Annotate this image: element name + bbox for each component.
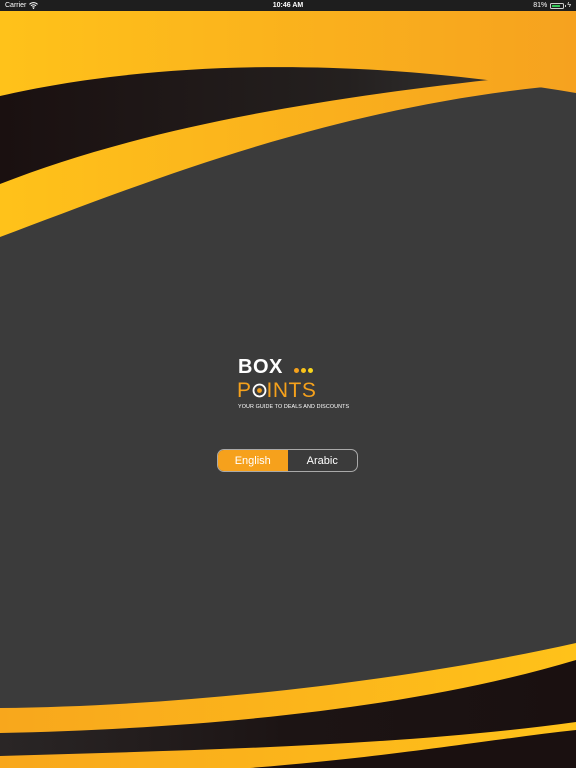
status-bar: Carrier 10:46 AM 81% ϟ [0, 0, 576, 11]
logo-dot-2 [301, 368, 306, 373]
logo-dot-3 [308, 368, 313, 373]
battery-icon [550, 2, 567, 9]
bottom-wave-decoration [0, 643, 576, 768]
splash-screen: Carrier 10:46 AM 81% ϟ BOX P INTS YOUR G… [0, 0, 576, 768]
logo-points-text: P INTS [237, 379, 316, 403]
logo-dots [294, 368, 313, 373]
battery-cap [564, 5, 567, 7]
target-o-icon [252, 382, 267, 398]
top-wave-decoration [0, 11, 576, 251]
logo-points-prefix: P [237, 379, 252, 402]
language-option-arabic[interactable]: Arabic [288, 450, 358, 471]
language-option-english[interactable]: English [218, 450, 288, 471]
status-time: 10:46 AM [272, 2, 304, 9]
logo-tagline: YOUR GUIDE TO DEALS AND DISCOUNTS [238, 404, 350, 410]
logo-box-text: BOX [238, 356, 283, 378]
battery-fill [552, 4, 561, 7]
logo-points-suffix: INTS [266, 379, 317, 402]
logo-dot-1 [294, 368, 299, 373]
battery-percent: 81% [533, 2, 548, 9]
language-toggle[interactable]: English Arabic [217, 449, 358, 472]
status-right: 81% ϟ [533, 0, 571, 11]
box-points-logo: BOX P INTS YOUR GUIDE TO DEALS AND DISCO… [237, 355, 350, 415]
charging-icon: ϟ [567, 2, 571, 9]
